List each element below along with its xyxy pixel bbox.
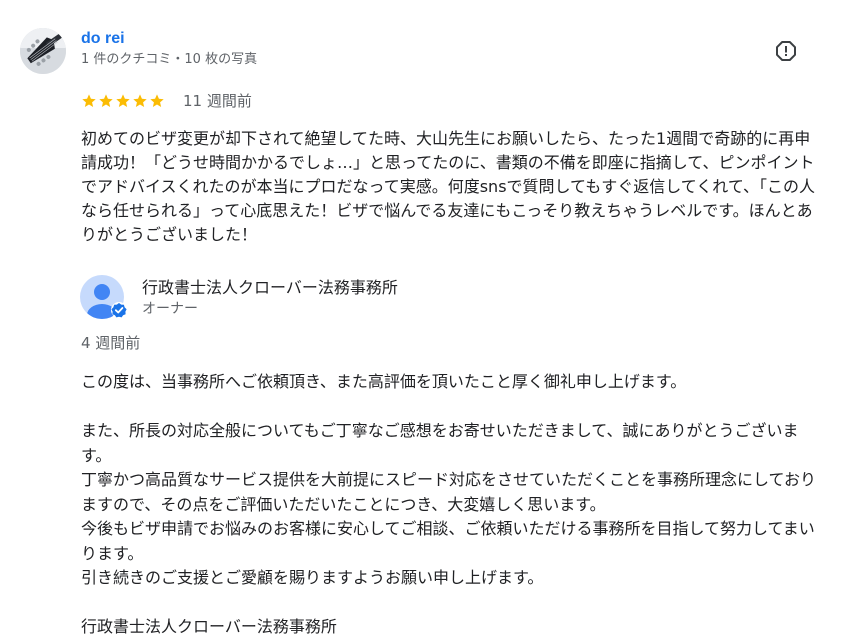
default-profile-icon [80,275,127,319]
guitar-headstock-image [20,28,66,74]
star-icon [82,94,96,107]
reply-age: 4 週間前 [81,334,141,352]
owner-avatar [80,275,128,323]
star-icon [116,94,130,107]
star-icon [150,94,164,107]
review-age: 11 週間前 [183,92,252,110]
report-review-button[interactable] [774,39,798,63]
report-flag-icon [776,41,796,61]
review-text: 初めてのビザ変更が却下されて絶望してた時、大山先生にお願いしたら、たった1週間で… [81,129,816,244]
star-rating [81,93,165,109]
star-icon [99,94,113,107]
verified-check-icon [111,302,127,318]
reviewer-avatar[interactable] [20,28,66,74]
review-card: do rei 1 件のクチコミ・10 枚の写真 11 週間前 初めてのビザ変更が… [0,0,848,641]
owner-role-label: オーナー [142,301,198,317]
reviewer-name-link[interactable]: do rei [81,29,125,49]
owner-name: 行政書士法人クローバー法務事務所 [142,278,398,297]
star-icon [133,94,147,107]
owner-reply-text: この度は、当事務所へご依頼頂き、また高評価を頂いたこと厚く御礼申し上げます。 ま… [81,372,817,636]
reviewer-stats: 1 件のクチコミ・10 枚の写真 [81,52,258,67]
